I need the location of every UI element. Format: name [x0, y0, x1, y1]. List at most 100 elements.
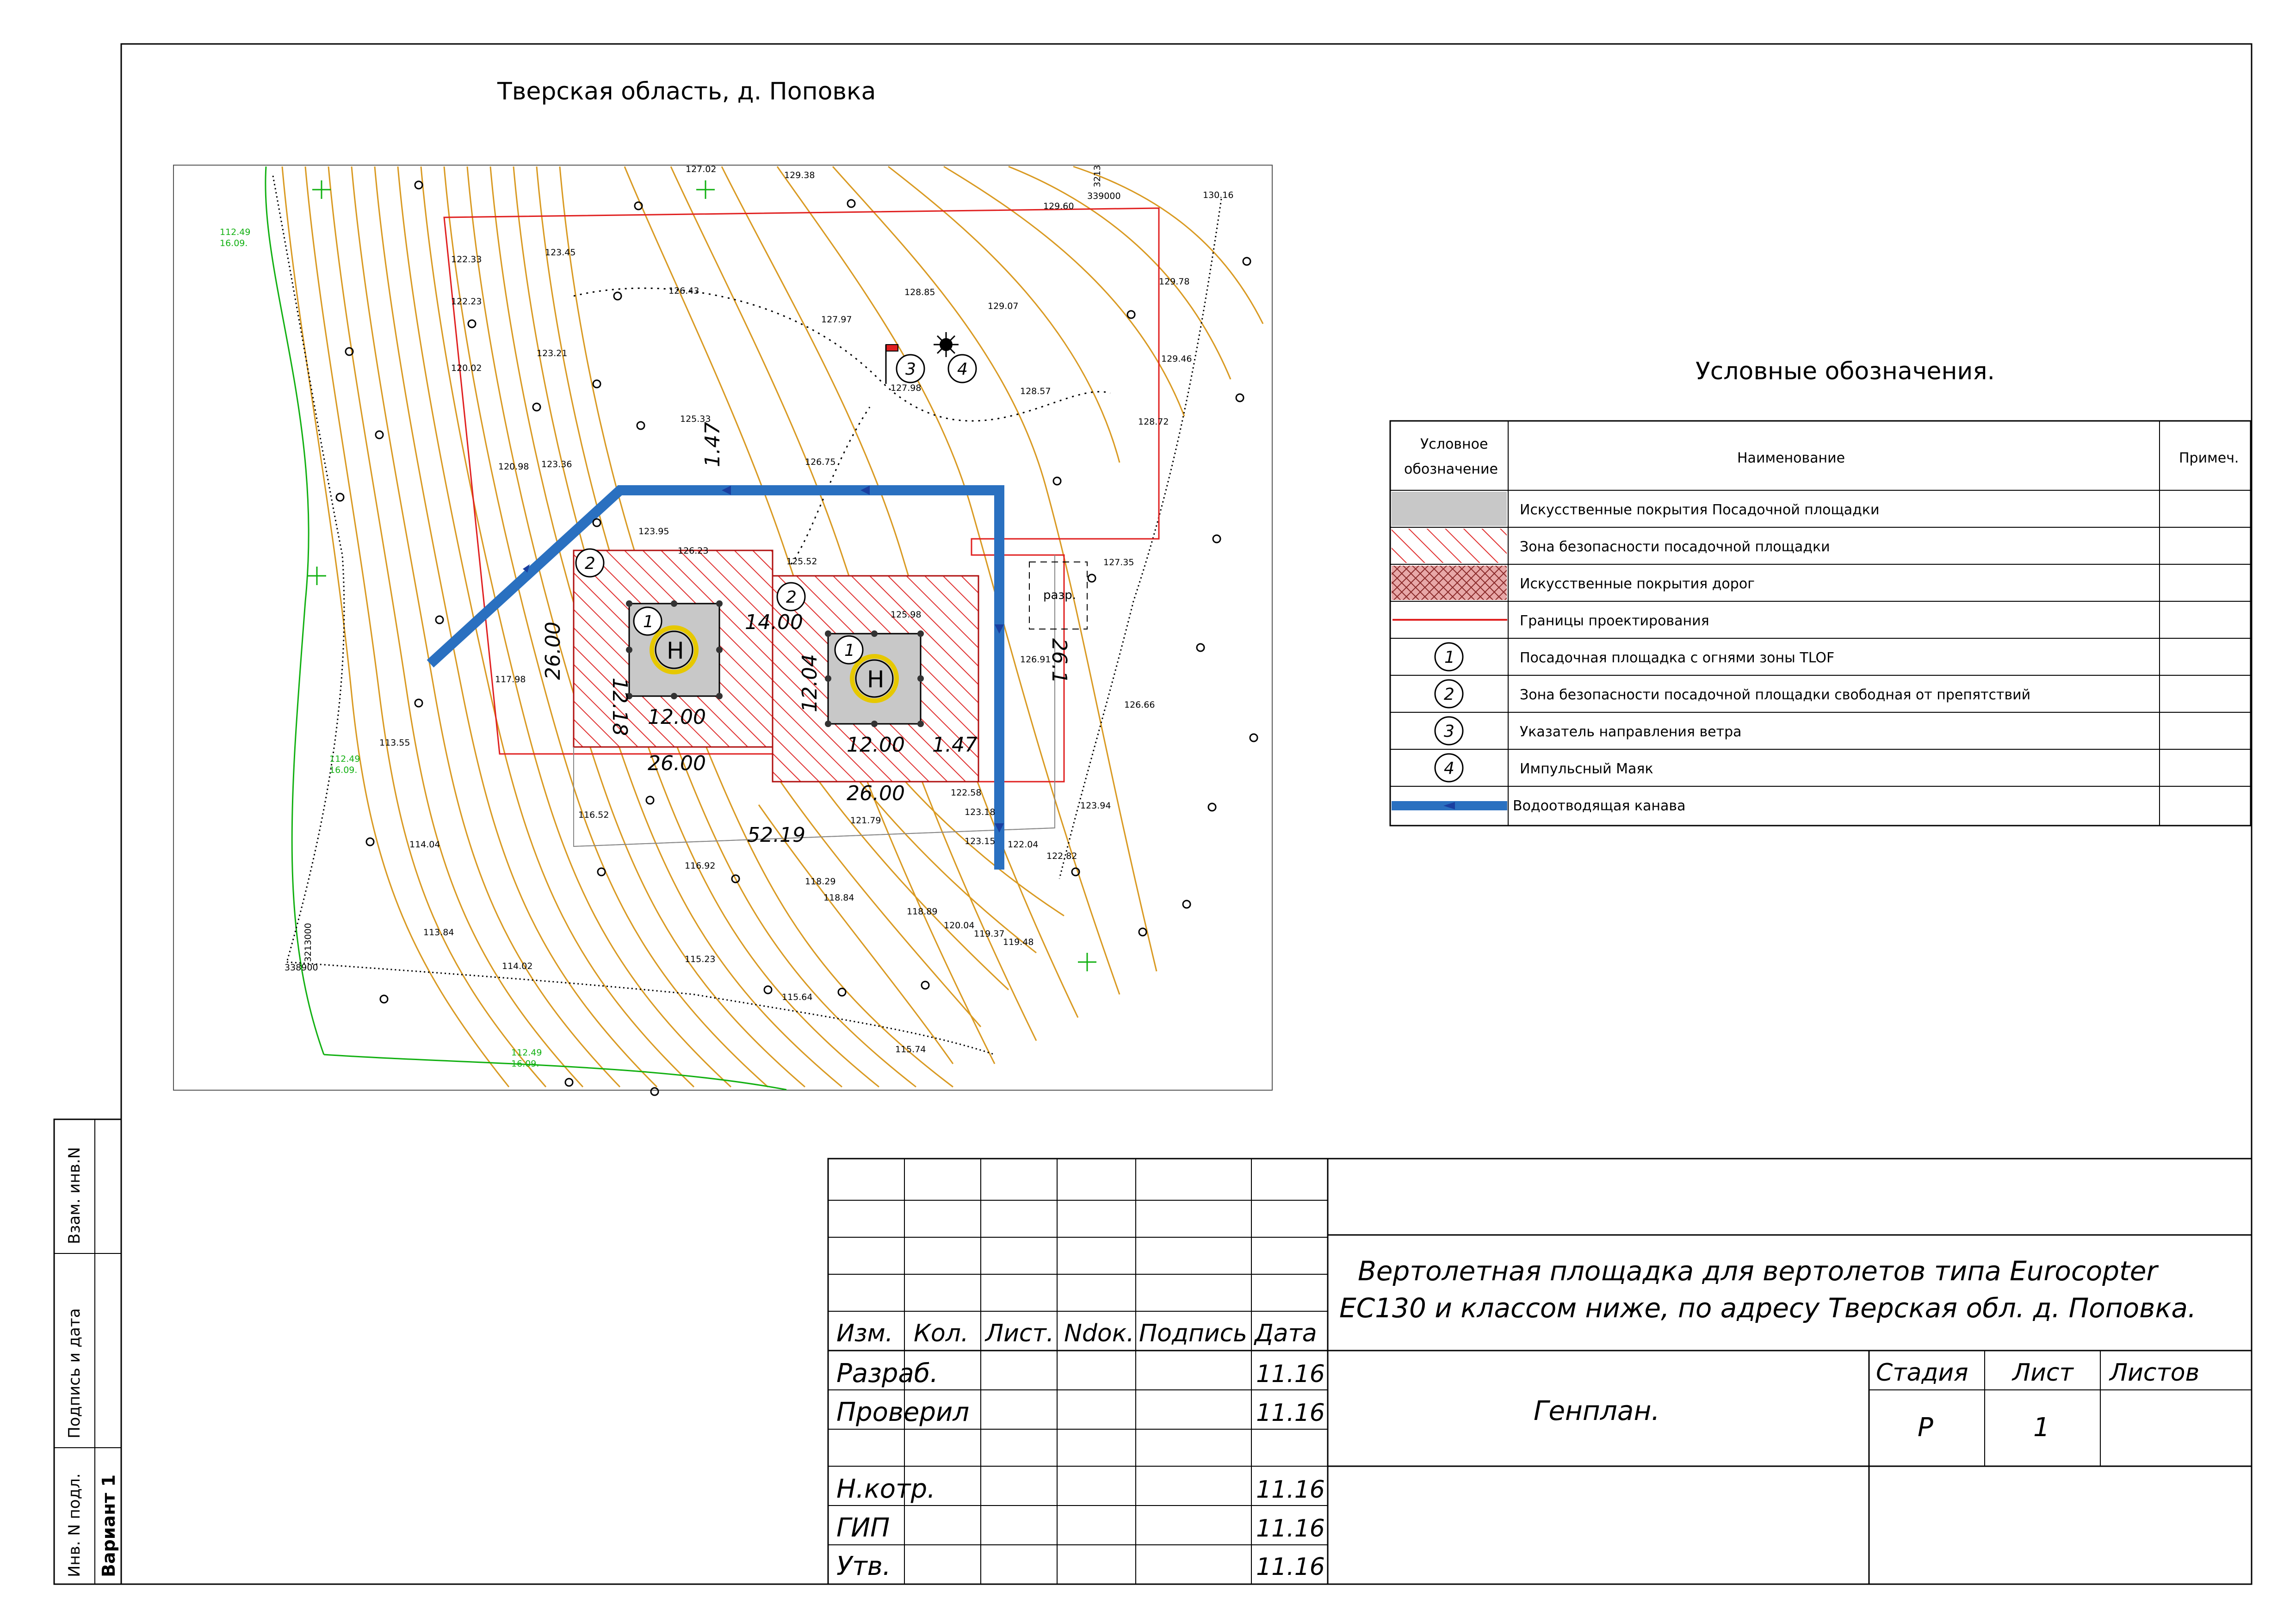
coord-3213000: 3213000: [303, 923, 313, 962]
legend-name-8: Водоотводящая канава: [1513, 798, 1685, 814]
legend-name-2: Искусственные покрытия дорог: [1520, 576, 1755, 592]
legend-name-0: Искусственные покрытия Посадочной площад…: [1520, 502, 1879, 518]
coord-339000: 339000: [1087, 191, 1121, 201]
elev-26: 127.35: [1103, 557, 1134, 568]
survey-label-1: 16.09.: [220, 238, 248, 248]
helipad-letter-1: H: [667, 637, 684, 664]
stamp-role-3: Н.котр.: [836, 1474, 935, 1504]
stamp-hdr-ndok: Ndок.: [1064, 1320, 1134, 1347]
survey-label-3: 16.09.: [329, 765, 357, 775]
elev-41: 120.04: [944, 920, 974, 931]
stamp-sheet-value: 1: [2033, 1413, 2050, 1443]
elev-23: 126.23: [678, 546, 708, 556]
elev-43: 119.48: [1003, 937, 1034, 947]
elev-35: 121.79: [850, 815, 881, 826]
dim-26-a: 26.00: [648, 752, 706, 775]
elev-48: 113.55: [379, 738, 410, 748]
legend-name-5: Зона безопасности посадочной площадки св…: [1520, 687, 2030, 703]
stamp-role-5: Утв.: [836, 1551, 891, 1581]
elev-6: 128.72: [1138, 417, 1169, 427]
razr-label: разр.: [1043, 588, 1076, 602]
elev-32: 123.15: [965, 836, 995, 846]
survey-label-5: 16.09.: [511, 1059, 539, 1069]
survey-label-2: 112.49: [329, 754, 360, 764]
stamp-hdr-podpis: Подпись: [1139, 1320, 1247, 1347]
elev-47: 114.04: [409, 839, 440, 850]
stamp-sheets-label: Листов: [2109, 1359, 2199, 1387]
legend-sym-2: 2: [1444, 685, 1454, 704]
dim-14: 14.00: [745, 611, 803, 634]
dim-261: 26.1: [1047, 638, 1071, 684]
legend-sym-pad: [1392, 492, 1507, 526]
legend-name-7: Импульсный Маяк: [1520, 761, 1653, 777]
page-title: Тверская область, д. Поповка: [497, 78, 876, 105]
stamp-date-4: 11.16: [1256, 1515, 1325, 1543]
side-stamp: Взам. инв.N Подпись и дата Инв. N подл. …: [53, 1118, 122, 1585]
dim-147-b: 1.47: [701, 422, 724, 467]
callout-4: 4: [957, 360, 968, 379]
stamp-hdr-data: Дата: [1254, 1320, 1317, 1347]
callout-2a: 2: [585, 554, 595, 573]
site-plan-map: H H разр. 1 2 1 2 3 4 26.00 12.18 12.00 …: [173, 164, 1273, 1096]
elev-34: 122.58: [951, 788, 981, 798]
coord-338900: 338900: [285, 963, 318, 973]
elev-13: 122.23: [451, 296, 482, 307]
elev-33: 123.18: [965, 807, 995, 817]
elev-8: 129.07: [988, 301, 1018, 311]
legend-sym-road: [1392, 566, 1507, 600]
elev-45: 114.02: [502, 961, 532, 971]
elev-1: 129.38: [784, 170, 815, 180]
stamp-hdr-kol: Кол.: [914, 1320, 969, 1347]
dim-5219: 52.19: [747, 823, 805, 847]
elev-29: 123.94: [1080, 801, 1111, 811]
elev-37: 116.92: [685, 861, 715, 871]
legend-name-6: Указатель направления ветра: [1520, 724, 1742, 740]
callout-1b: 1: [844, 641, 855, 660]
elev-11: 123.45: [545, 247, 576, 258]
legend-name-1: Зона безопасности посадочной площадки: [1520, 539, 1830, 555]
elev-24: 125.52: [786, 556, 817, 567]
stamp-project-2: EC130 и классом ниже, по адресу Тверская…: [1339, 1292, 2196, 1324]
legend-col-symbol-b: обозначение: [1404, 461, 1498, 477]
survey-label-0: 112.49: [220, 227, 250, 237]
dim-1204: 12.04: [798, 654, 822, 712]
legend-sym-safety: [1392, 529, 1507, 563]
dim-147-a: 1.47: [932, 733, 978, 757]
legend-sym-1: 1: [1444, 648, 1455, 667]
stamp-date-1: 11.16: [1256, 1399, 1325, 1427]
stamp-stage-value: Р: [1918, 1413, 1933, 1443]
elev-10: 126.43: [668, 286, 699, 296]
dim-26-b: 26.00: [847, 782, 905, 805]
elev-16: 120.98: [498, 462, 529, 472]
drawing-sheet: Взам. инв.N Подпись и дата Инв. N подл. …: [53, 43, 2253, 1585]
elev-0: 127.02: [686, 164, 716, 174]
stamp-sheet-label: Лист: [2011, 1359, 2074, 1387]
legend-name-3: Границы проектирования: [1520, 613, 1709, 629]
stamp-date-5: 11.16: [1256, 1553, 1325, 1581]
legend: Условные обозначения. Условное обозначен…: [1389, 358, 2252, 827]
elev-4: 129.78: [1159, 277, 1189, 287]
elev-50: 115.64: [782, 992, 812, 1002]
elev-25: 125.98: [891, 610, 921, 620]
elev-42: 119.37: [974, 929, 1004, 939]
stamp-hdr-izm: Изм.: [836, 1320, 893, 1347]
survey-label-4: 112.49: [511, 1048, 542, 1058]
wind-indicator-flag: [885, 344, 898, 352]
elev-51: 115.74: [895, 1044, 926, 1055]
legend-title: Условные обозначения.: [1696, 358, 1995, 385]
elev-40: 118.89: [907, 907, 937, 917]
legend-name-4: Посадочная площадка с огнями зоны TLOF: [1520, 650, 1834, 666]
legend-sym-4: 4: [1444, 759, 1454, 778]
callout-2b: 2: [786, 588, 797, 607]
elev-30: 122.82: [1046, 851, 1077, 861]
side-variant: Вариант 1: [99, 1475, 119, 1577]
elev-20: 128.57: [1020, 386, 1051, 396]
elev-12: 122.33: [451, 254, 482, 265]
stamp-role-0: Разраб.: [836, 1358, 938, 1388]
legend-col-name: Наименование: [1737, 450, 1845, 466]
elev-39: 118.84: [823, 893, 854, 903]
side-vzam: Взам. инв.N: [65, 1147, 84, 1244]
elev-36: 116.52: [578, 810, 609, 820]
dim-26-vert: 26.00: [541, 622, 565, 680]
stamp-stage-label: Стадия: [1876, 1359, 1968, 1387]
